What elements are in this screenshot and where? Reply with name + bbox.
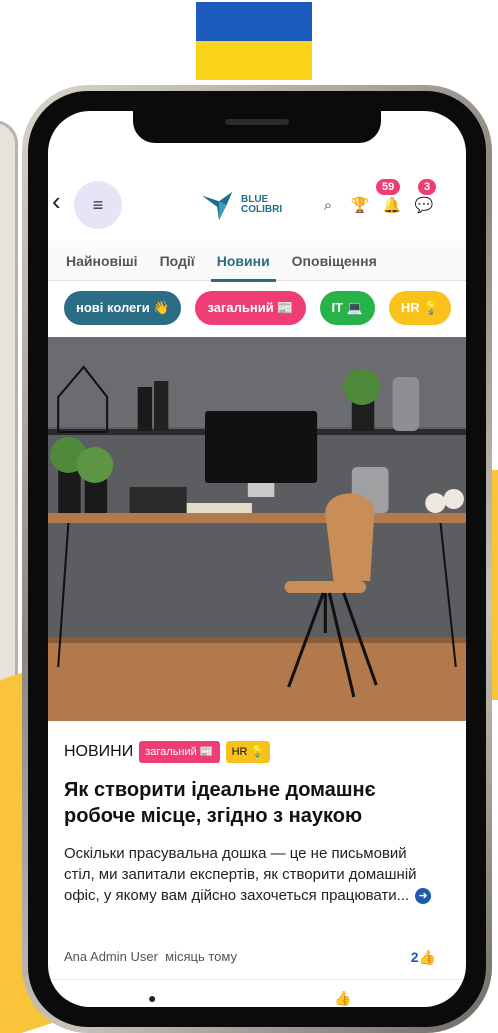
category-chips: нові колеги 👋 загальний 📰 IT 💻 HR 💡 [64,291,465,325]
logo-text-line2: COLIBRI [241,204,283,215]
tab-newest[interactable]: Найновіші [66,241,138,281]
app-screen: ‹ ≡ BLUE COLIBRI ⌕ 🏆 🔔 59 💬 3 Найновіші … [48,111,466,1007]
hamburger-icon: ≡ [92,194,104,215]
chip-it[interactable]: IT 💻 [319,291,375,325]
tab-events[interactable]: Події [160,241,195,281]
likes-count: 2👍 [410,949,436,965]
author-name[interactable]: Ana Admin User [64,949,158,964]
tab-news[interactable]: Новини [210,241,276,282]
chip-new-colleagues[interactable]: нові колеги 👋 [64,291,182,325]
app-header: ‹ ≡ BLUE COLIBRI ⌕ 🏆 🔔 59 💬 3 [48,169,466,229]
thumbs-up-icon: 👍 [418,949,436,965]
back-button[interactable]: ‹ [52,188,61,214]
article-author-row: Ana Admin User місяць тому 2👍 [64,949,436,973]
feed-tabs: Найновіші Події Новини Оповіщення [48,241,466,282]
chip-hr[interactable]: HR 💡 [388,291,452,325]
article-excerpt-text: Оскільки прасувальна дошка — це не письм… [64,845,417,904]
tab-announcements[interactable]: Оповіщення [292,241,377,281]
article-actions: ● 👍 [48,979,466,1007]
trophy-icon[interactable]: 🏆 [346,191,374,219]
comment-icon[interactable]: ● [148,990,156,1006]
hummingbird-logo-icon [201,191,233,221]
like-button-icon[interactable]: 👍 [334,990,351,1007]
tag-general[interactable]: загальний 📰 [139,741,220,763]
article-title[interactable]: Як створити ідеальне домашнє робоче місц… [64,777,434,829]
read-more-arrow-icon[interactable]: ➜ [415,888,432,905]
phone-frame: ‹ ≡ BLUE COLIBRI ⌕ 🏆 🔔 59 💬 3 Найновіші … [22,85,492,1033]
article-image[interactable] [48,337,466,721]
menu-button[interactable]: ≡ [74,181,122,229]
app-logo[interactable]: BLUE COLIBRI [200,185,300,225]
article-meta: НОВИНИ загальний 📰 HR 💡 [64,741,276,763]
tag-hr[interactable]: HR 💡 [225,741,271,763]
messages-badge: 3 [418,179,437,195]
ukraine-flag [196,2,312,80]
messages-icon[interactable]: 💬 3 [410,179,438,219]
article-category: НОВИНИ [64,743,134,760]
search-icon[interactable]: ⌕ [314,191,342,219]
phone-notch [133,111,381,143]
post-time: місяць тому [165,949,237,964]
notifications-icon[interactable]: 🔔 59 [376,179,406,219]
notifications-badge: 59 [376,179,401,195]
chip-general[interactable]: загальний 📰 [195,291,306,325]
stage: ‹ ≡ BLUE COLIBRI ⌕ 🏆 🔔 59 💬 3 Найновіші … [0,0,498,1033]
article-excerpt: Оскільки прасувальна дошка — це не письм… [64,843,434,906]
